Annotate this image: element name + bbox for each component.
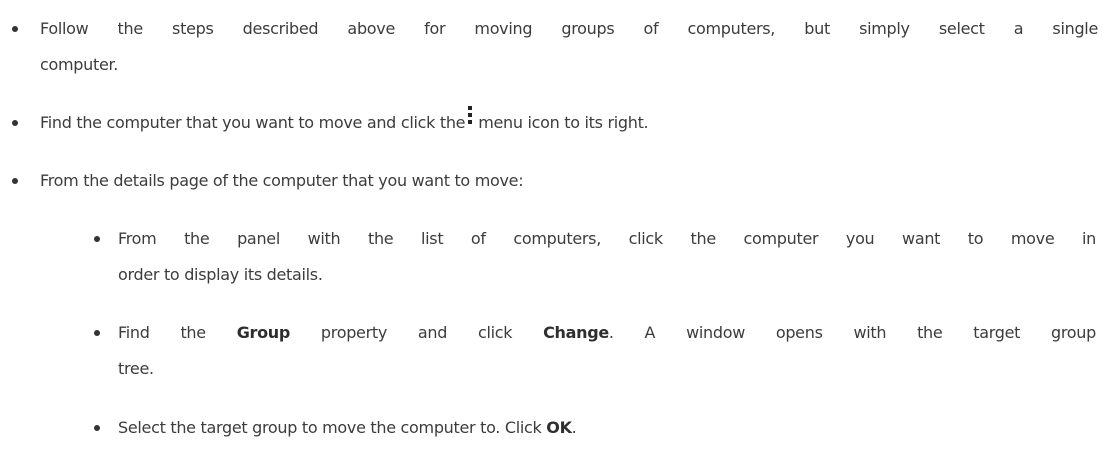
- sub-item-2-line-2: tree.: [118, 359, 154, 378]
- list-item-1-line-1: Follow the steps described above for mov…: [40, 19, 1098, 38]
- list-item-1-line-2: computer.: [40, 55, 119, 74]
- bullet-icon: [12, 120, 18, 126]
- bullet-icon: [94, 236, 100, 242]
- bullet-icon: [94, 330, 100, 336]
- ok-label: OK: [546, 418, 572, 437]
- bullet-icon: [94, 425, 100, 431]
- group-property-label: Group: [236, 323, 291, 342]
- sub-item-2-line-1: Find the Group property and click Change…: [118, 323, 1096, 342]
- bullet-icon: [12, 178, 18, 184]
- sub-item-1-line-2: order to display its details.: [118, 265, 323, 284]
- list-item-2: Find the computer that you want to move …: [40, 105, 1098, 141]
- change-label: Change: [543, 323, 609, 342]
- bullet-icon: [12, 26, 18, 32]
- sub-item-3: Select the target group to move the comp…: [118, 418, 577, 437]
- list-item-3: From the details page of the computer th…: [40, 171, 524, 190]
- document-page: Follow the steps described above for mov…: [0, 0, 1104, 472]
- sub-item-1-line-1: From the panel with the list of computer…: [118, 229, 1096, 248]
- vertical-ellipsis-menu-icon: [468, 106, 473, 126]
